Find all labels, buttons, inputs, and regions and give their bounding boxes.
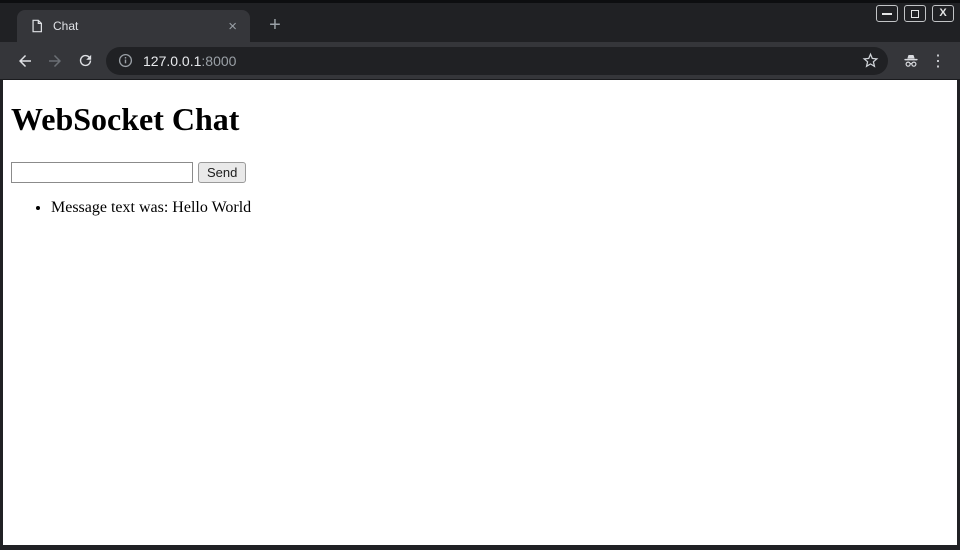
minimize-icon <box>882 13 892 15</box>
back-button[interactable] <box>10 46 40 76</box>
message-list: Message text was: Hello World <box>11 199 949 217</box>
reload-icon <box>77 52 94 69</box>
page-favicon-icon <box>30 18 44 34</box>
chat-form: Send <box>11 162 949 183</box>
forward-icon <box>46 52 64 70</box>
browser-menu-button[interactable]: ⋮ <box>926 46 950 76</box>
browser-window: Chat × + X <box>0 0 960 550</box>
url-port: :8000 <box>201 53 236 69</box>
window-close-button[interactable]: X <box>932 5 954 22</box>
forward-button[interactable] <box>40 46 70 76</box>
incognito-icon <box>901 52 921 70</box>
send-button[interactable]: Send <box>198 162 246 183</box>
tab-title: Chat <box>53 19 225 33</box>
window-minimize-button[interactable] <box>876 5 898 22</box>
tab-strip: Chat × + X <box>0 3 960 42</box>
maximize-icon <box>911 10 919 18</box>
window-maximize-button[interactable] <box>904 5 926 22</box>
tab-chat[interactable]: Chat × <box>17 10 250 42</box>
page-content: WebSocket Chat Send Message text was: He… <box>3 80 957 545</box>
site-info-icon[interactable] <box>118 53 133 68</box>
url-host: 127.0.0.1 <box>143 53 201 69</box>
address-bar[interactable]: 127.0.0.1:8000 <box>106 47 888 75</box>
new-tab-button[interactable]: + <box>263 13 287 37</box>
window-controls: X <box>876 5 954 22</box>
message-input[interactable] <box>11 162 193 183</box>
url-text: 127.0.0.1:8000 <box>143 53 236 69</box>
back-icon <box>16 52 34 70</box>
message-list-item: Message text was: Hello World <box>51 199 949 217</box>
incognito-badge <box>896 46 926 76</box>
browser-toolbar: 127.0.0.1:8000 ⋮ <box>0 42 960 80</box>
reload-button[interactable] <box>70 46 100 76</box>
tab-close-icon[interactable]: × <box>225 18 240 35</box>
page-title: WebSocket Chat <box>11 101 949 138</box>
bookmark-star-icon[interactable] <box>861 51 880 70</box>
